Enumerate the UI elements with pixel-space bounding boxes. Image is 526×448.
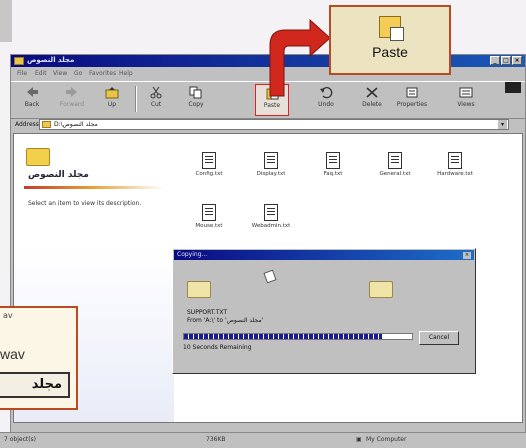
scissors-icon: [150, 86, 162, 99]
address-label: Address: [15, 121, 39, 128]
address-value: D:\مجلد النصوص: [54, 121, 98, 128]
paste-callout-label: Paste: [372, 44, 408, 60]
destination-folder-icon: [369, 281, 393, 298]
up-button[interactable]: Up: [95, 84, 129, 116]
views-icon: [459, 87, 473, 98]
background-strip: [0, 0, 12, 42]
text-file-icon: [202, 204, 216, 221]
up-folder-icon: [105, 87, 119, 99]
toolbar-separator: [135, 86, 137, 112]
views-button[interactable]: Views: [449, 84, 483, 116]
copy-path: From 'A:\' to 'مجلد النصوص': [187, 317, 264, 324]
menu-help[interactable]: Help: [119, 70, 133, 77]
text-file-icon: [388, 152, 402, 169]
status-location: My Computer: [366, 436, 407, 443]
copy-icon: [189, 86, 202, 99]
rename-box[interactable]: مجلد: [0, 372, 70, 398]
paste-callout: Paste: [329, 5, 451, 75]
file-name-callout: av wav مجلد: [0, 306, 78, 410]
window-title: مجلد النصوص: [27, 56, 75, 64]
dialog-titlebar[interactable]: Copying... ×: [174, 250, 474, 260]
copying-dialog: Copying... × SUPPORT.TXT From 'A:\' to '…: [172, 248, 476, 374]
forward-button[interactable]: Forward: [55, 84, 89, 116]
computer-icon: ▣: [356, 436, 362, 443]
callout-small-text: av: [3, 311, 13, 320]
forward-arrow-icon: [66, 87, 77, 97]
menu-edit[interactable]: Edit: [35, 70, 47, 77]
text-file-icon: [264, 152, 278, 169]
text-file-icon: [326, 152, 340, 169]
progress-bar: [183, 333, 413, 340]
progress-fill: [184, 334, 383, 339]
menu-go[interactable]: Go: [74, 70, 82, 77]
text-file-icon: [448, 152, 462, 169]
chevron-down-icon[interactable]: ▾: [498, 120, 507, 129]
address-input[interactable]: D:\مجلد النصوص ▾: [39, 119, 509, 130]
file-item[interactable]: General.txt: [370, 152, 420, 177]
explorer-window: مجلد النصوص _ □ × File Edit View Go Favo…: [10, 54, 526, 434]
rename-text: مجلد: [31, 377, 62, 392]
delete-x-icon: [366, 87, 378, 98]
delete-button[interactable]: Delete: [355, 84, 389, 116]
menu-favorites[interactable]: Favorites: [89, 70, 116, 77]
folder-icon: [14, 57, 24, 65]
text-file-icon: [202, 152, 216, 169]
source-folder-icon: [187, 281, 211, 298]
maximize-button[interactable]: □: [501, 56, 511, 65]
dialog-title: Copying...: [177, 251, 208, 258]
paste-icon: [379, 16, 404, 41]
file-item[interactable]: Mouse.txt: [184, 204, 234, 229]
close-button[interactable]: ×: [512, 56, 522, 65]
pointer-arrow: [269, 18, 331, 97]
menu-view[interactable]: View: [53, 70, 67, 77]
copy-file-name: SUPPORT.TXT: [187, 309, 228, 316]
folder-icon: [26, 148, 50, 166]
red-arrow: [269, 18, 331, 97]
status-objects: 7 object(s): [4, 436, 37, 443]
file-item[interactable]: Hardware.txt: [430, 152, 480, 177]
copy-button[interactable]: Copy: [179, 84, 213, 116]
status-bar: 7 object(s) 736KB ▣ My Computer: [0, 432, 526, 448]
title-divider: [24, 186, 164, 189]
description-hint: Select an item to view its description.: [28, 200, 142, 207]
time-remaining: 10 Seconds Remaining: [183, 344, 252, 351]
file-item[interactable]: Config.txt: [184, 152, 234, 177]
properties-button[interactable]: Properties: [395, 84, 429, 116]
menu-file[interactable]: File: [17, 70, 27, 77]
folder-icon: [42, 121, 51, 128]
back-button[interactable]: Back: [15, 84, 49, 116]
file-item[interactable]: Webadmin.txt: [246, 204, 296, 229]
status-size: 736KB: [206, 436, 226, 443]
minimize-button[interactable]: _: [490, 56, 500, 65]
cut-button[interactable]: Cut: [139, 84, 173, 116]
folder-title: مجلد النصوص: [28, 170, 89, 180]
properties-icon: [406, 87, 418, 98]
text-file-icon: [264, 204, 278, 221]
file-item[interactable]: Faq.txt: [308, 152, 358, 177]
flying-document-icon: [263, 269, 277, 284]
address-bar: Address D:\مجلد النصوص ▾: [11, 118, 525, 132]
callout-extension-text: wav: [0, 346, 25, 362]
close-icon[interactable]: ×: [463, 252, 471, 259]
file-item[interactable]: Display.txt: [246, 152, 296, 177]
back-arrow-icon: [27, 87, 38, 97]
cancel-button[interactable]: Cancel: [419, 331, 459, 345]
